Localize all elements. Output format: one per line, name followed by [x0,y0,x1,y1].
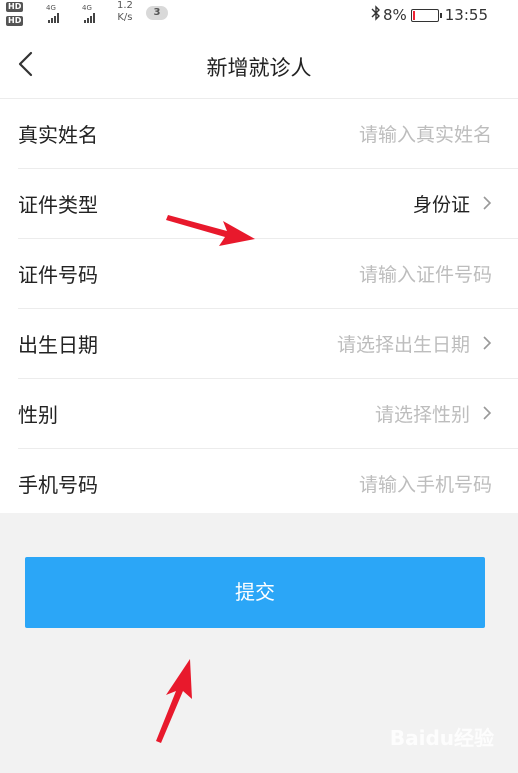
network-type-label: 4G [46,4,56,12]
patient-form: 真实姓名 请输入真实姓名 证件类型 身份证 证件号码 请输入证件号码 出生日期 … [0,99,518,513]
form-row-gender[interactable]: 性别 请选择性别 [18,379,518,449]
status-bar-right: 8% 13:55 [371,5,488,25]
annotation-arrow-icon [166,215,255,246]
network-speed-unit: K/s [117,12,133,23]
nav-bar: 新增就诊人 [0,30,518,99]
submit-button[interactable]: 提交 [25,557,485,628]
gender-label: 性别 [18,403,58,427]
chevron-right-icon [483,336,492,350]
chevron-right-icon [483,406,492,420]
annotation-arrow-icon [156,659,192,743]
form-row-id-type[interactable]: 证件类型 身份证 [18,169,518,239]
real-name-label: 真实姓名 [18,123,98,147]
battery-level-fill [412,10,415,20]
network-speed: 1.2 K/s [117,0,133,24]
phone-label: 手机号码 [18,473,98,497]
signal-icon [84,13,95,23]
hd-icon: HD [6,16,24,26]
battery-icon [410,8,442,22]
clock-time: 13:55 [444,6,488,24]
hd-icon: HD [6,2,24,12]
id-number-label: 证件号码 [18,263,98,287]
id-type-label: 证件类型 [18,193,98,217]
gender-select[interactable]: 请选择性别 [375,400,470,427]
network-speed-value: 1.2 [117,0,133,11]
form-row-id-number[interactable]: 证件号码 请输入证件号码 [18,239,518,309]
chevron-right-icon [483,196,492,210]
bluetooth-icon [371,5,381,25]
form-row-birth-date[interactable]: 出生日期 请选择出生日期 [18,309,518,379]
status-bar: HD HD 4G 4G 1.2 K/s 3 8% 13:55 [0,0,518,30]
notification-badge: 3 [146,6,168,20]
page-title: 新增就诊人 [206,56,312,80]
battery-percent: 8% [382,6,407,24]
form-row-real-name[interactable]: 真实姓名 请输入真实姓名 [18,99,518,169]
baidu-watermark: Baidu经验 [389,726,494,750]
form-row-phone[interactable]: 手机号码 请输入手机号码 [18,449,518,518]
birth-date-label: 出生日期 [18,333,98,357]
phone-input[interactable]: 请输入手机号码 [359,470,492,497]
signal-icon [48,13,59,23]
id-number-input[interactable]: 请输入证件号码 [359,260,492,287]
real-name-input[interactable]: 请输入真实姓名 [359,120,492,147]
birth-date-select[interactable]: 请选择出生日期 [337,330,470,357]
network-type-label: 4G [82,4,92,12]
id-type-select[interactable]: 身份证 [413,190,470,217]
